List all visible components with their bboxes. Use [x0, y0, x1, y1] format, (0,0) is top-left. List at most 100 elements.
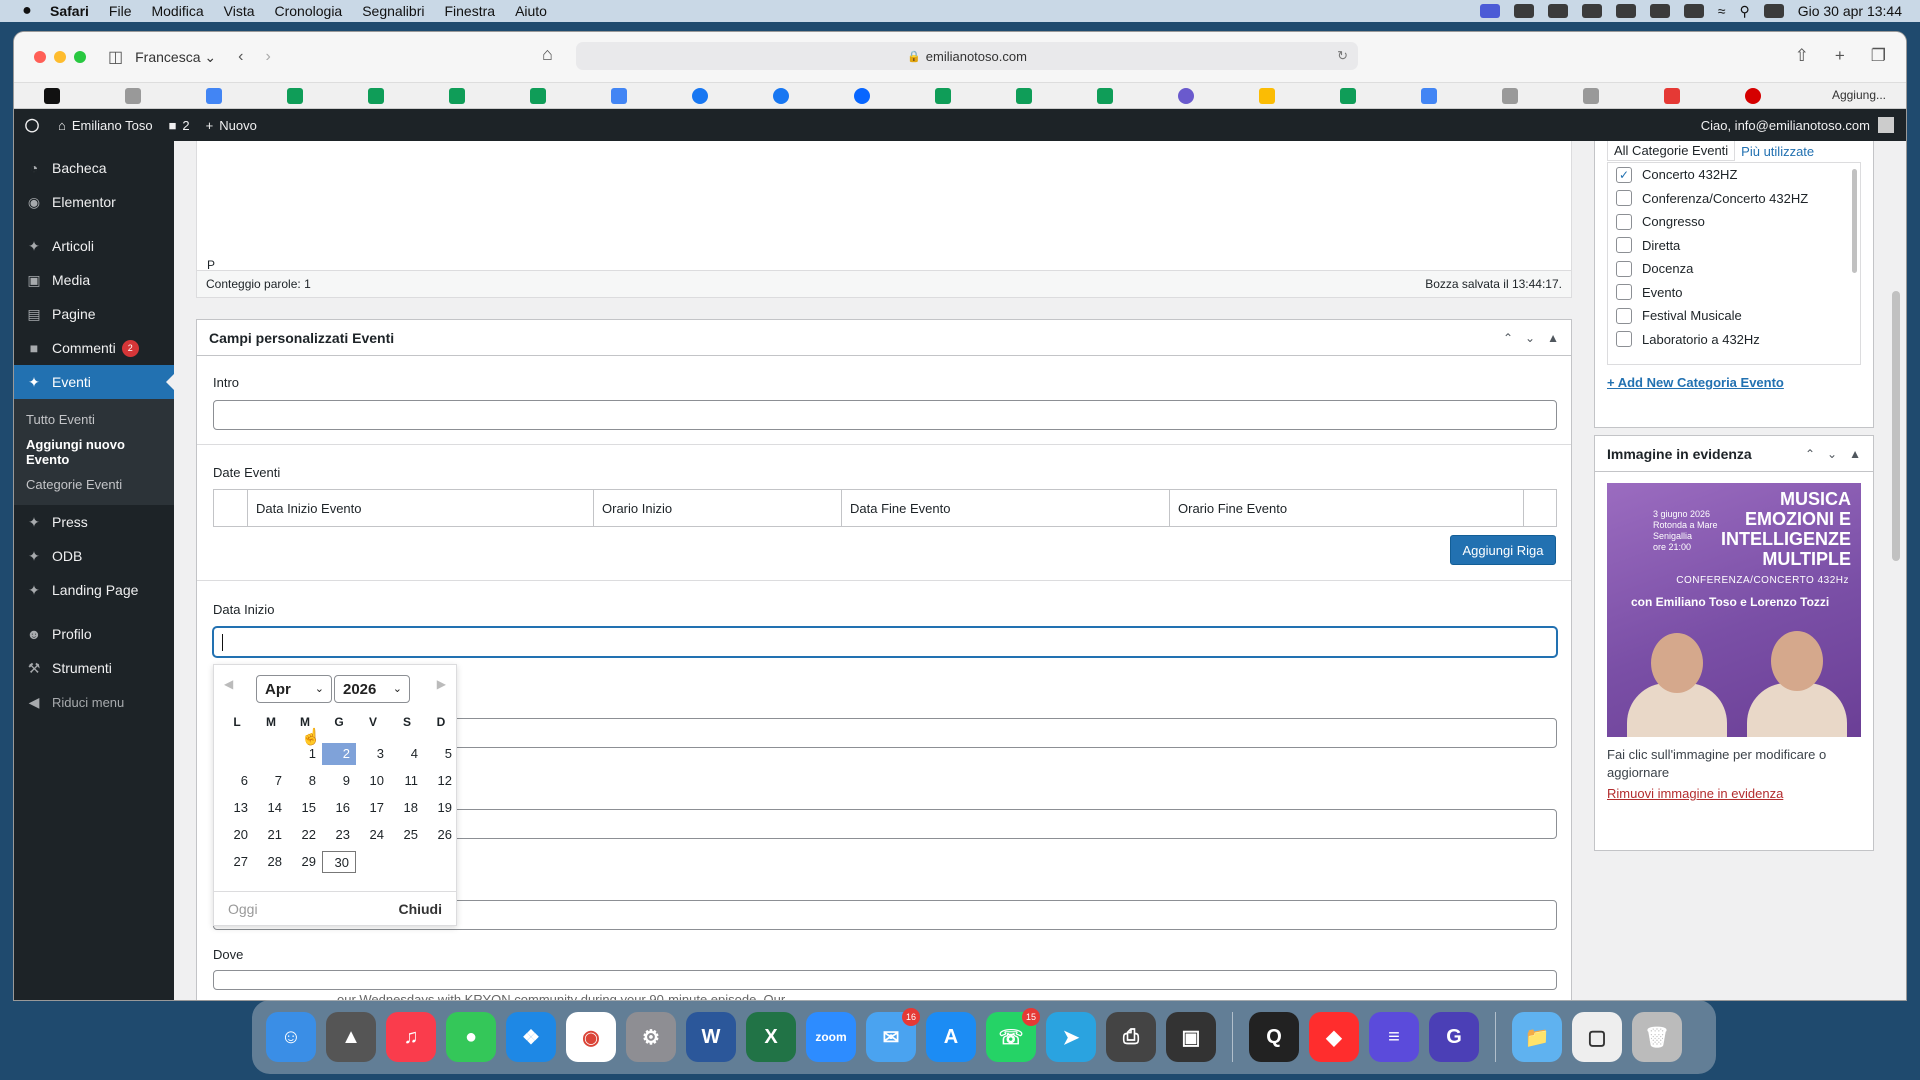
sidebar-toggle-icon[interactable]: ◫	[108, 47, 123, 67]
prev-month-icon[interactable]: ◀	[224, 677, 233, 691]
apple-icon[interactable]: ●	[14, 2, 40, 20]
anydesk-icon[interactable]: ◆	[1309, 1012, 1359, 1062]
cloud-icon[interactable]	[1547, 4, 1568, 18]
submenu-categorie-eventi[interactable]: Categorie Eventi	[14, 472, 174, 497]
favorite-item[interactable]	[287, 87, 368, 104]
screen-share-icon[interactable]	[1479, 4, 1500, 18]
next-month-icon[interactable]: ▶	[437, 677, 446, 691]
day-cell[interactable]: 3	[356, 743, 390, 765]
page-scrollbar[interactable]	[1892, 291, 1900, 561]
checkbox[interactable]	[1616, 260, 1632, 277]
checkbox[interactable]	[1616, 284, 1632, 301]
category-item[interactable]: Festival Musicale	[1608, 304, 1860, 328]
finder-icon[interactable]: ☺	[266, 1012, 316, 1062]
day-cell[interactable]: 4	[390, 743, 424, 765]
forward-icon[interactable]: ›	[265, 48, 270, 66]
sidebar-item-articoli[interactable]: ✦ Articoli	[14, 229, 174, 263]
day-cell[interactable]: 19	[424, 797, 458, 819]
day-cell[interactable]: 7	[254, 770, 288, 792]
where-input[interactable]	[213, 970, 1557, 990]
mail-icon[interactable]: ✉ 16	[866, 1008, 920, 1062]
reload-icon[interactable]: ↻	[1337, 48, 1348, 64]
favorite-item[interactable]	[1259, 87, 1340, 104]
day-cell[interactable]: 29	[288, 851, 322, 873]
start-date-input[interactable]	[213, 627, 1557, 657]
featured-image[interactable]: 3 giugno 2026 Rotonda a Mare Senigallia …	[1607, 483, 1861, 737]
tab-all-categories[interactable]: All Categorie Eventi	[1607, 141, 1736, 161]
new-tab-icon[interactable]: +	[1835, 46, 1845, 66]
submenu-aggiungi-evento[interactable]: Aggiungi nuovo Evento	[14, 432, 174, 472]
favorite-item[interactable]	[1745, 87, 1826, 104]
day-cell[interactable]: 28	[254, 851, 288, 873]
sync-icon[interactable]	[1615, 4, 1636, 18]
sidebar-item-bacheca[interactable]: ◔ Bacheca	[14, 151, 174, 185]
favorite-item[interactable]	[449, 87, 530, 104]
category-item[interactable]: ✓ Concerto 432HZ	[1608, 163, 1860, 187]
add-row-button[interactable]: Aggiungi Riga	[1450, 535, 1556, 565]
day-cell[interactable]: 16	[322, 797, 356, 819]
home-icon[interactable]: ⌂	[542, 44, 553, 65]
favorite-item[interactable]	[773, 87, 854, 104]
category-item[interactable]: Conferenza/Concerto 432HZ	[1608, 187, 1860, 211]
close-window-button[interactable]	[34, 51, 46, 63]
sidebar-item-strumenti[interactable]: ⚒ Strumenti	[14, 651, 174, 685]
favorite-item[interactable]	[935, 87, 1016, 104]
category-item[interactable]: Congresso	[1608, 210, 1860, 234]
sidebar-item-profilo[interactable]: ☻ Profilo	[14, 617, 174, 651]
trash-icon[interactable]: 🗑	[1632, 1012, 1682, 1062]
toggle-panel-icon[interactable]: ▲	[1849, 447, 1861, 461]
menu-window[interactable]: Finestra	[434, 3, 505, 19]
favorite-item[interactable]	[1421, 87, 1502, 104]
message-icon[interactable]	[1581, 4, 1602, 18]
quicktime-icon[interactable]: Q	[1249, 1012, 1299, 1062]
folder-icon[interactable]: 📁	[1512, 1012, 1562, 1062]
featured-image-header[interactable]: Immagine in evidenza ⌃ ⌄ ▲	[1595, 436, 1873, 472]
day-cell[interactable]: 14	[254, 797, 288, 819]
word-icon[interactable]: W	[686, 1012, 736, 1062]
launchpad-icon[interactable]: ▲	[326, 1012, 376, 1062]
sidebar-item-eventi[interactable]: ✦ Eventi	[14, 365, 174, 399]
day-cell[interactable]: 13	[220, 797, 254, 819]
minimize-window-button[interactable]	[54, 51, 66, 63]
sidebar-item-elementor[interactable]: ◉ Elementor	[14, 185, 174, 219]
category-item[interactable]: Evento	[1608, 281, 1860, 305]
share-icon[interactable]: ⇧	[1795, 46, 1809, 66]
sidebar-item-odb[interactable]: ✦ ODB	[14, 539, 174, 573]
favorite-item[interactable]	[1502, 87, 1583, 104]
remove-featured-image-link[interactable]: Rimuovi immagine in evidenza	[1607, 786, 1783, 801]
checkbox[interactable]	[1616, 307, 1632, 324]
day-cell[interactable]: 26	[424, 824, 458, 846]
favorite-item[interactable]	[368, 87, 449, 104]
whatsapp-icon[interactable]: ☏ 15	[986, 1008, 1040, 1062]
safari-icon[interactable]: ❖	[506, 1012, 556, 1062]
day-cell[interactable]: 6	[220, 770, 254, 792]
checkbox[interactable]	[1616, 331, 1632, 348]
menu-view[interactable]: Vista	[214, 3, 265, 19]
settings-icon[interactable]: ⚙	[626, 1012, 676, 1062]
tab-overview-icon[interactable]: ❐	[1871, 46, 1886, 66]
grammarly-app-icon[interactable]: G	[1429, 1012, 1479, 1062]
sidebar-collapse[interactable]: ◀ Riduci menu	[14, 685, 174, 719]
menu-help[interactable]: Aiuto	[505, 3, 557, 19]
day-cell[interactable]: 18	[390, 797, 424, 819]
day-cell[interactable]: 23	[322, 824, 356, 846]
menu-edit[interactable]: Modifica	[141, 3, 213, 19]
category-item[interactable]: Laboratorio a 432Hz	[1608, 328, 1860, 352]
menu-bookmarks[interactable]: Segnalibri	[352, 3, 434, 19]
day-cell[interactable]: 9	[322, 770, 356, 792]
classic-editor[interactable]: P Conteggio parole: 1 Bozza salvata il 1…	[196, 141, 1572, 298]
telegram-icon[interactable]: ➤	[1046, 1012, 1096, 1062]
music-icon[interactable]: ♫	[386, 1012, 436, 1062]
day-cell[interactable]: 11	[390, 770, 424, 792]
comments-link[interactable]: ■ 2	[161, 118, 198, 133]
today-button[interactable]: Oggi	[228, 901, 258, 917]
day-cell-selected[interactable]: 2	[322, 743, 356, 765]
favorite-item[interactable]	[530, 87, 611, 104]
add-new-category-link[interactable]: + Add New Categoria Evento	[1607, 375, 1784, 390]
day-cell[interactable]: 27	[220, 851, 254, 873]
category-item[interactable]: Docenza	[1608, 257, 1860, 281]
checkbox[interactable]	[1616, 213, 1632, 230]
menu-file[interactable]: File	[99, 3, 142, 19]
zoom-window-button[interactable]	[74, 51, 86, 63]
day-cell[interactable]: 20	[220, 824, 254, 846]
